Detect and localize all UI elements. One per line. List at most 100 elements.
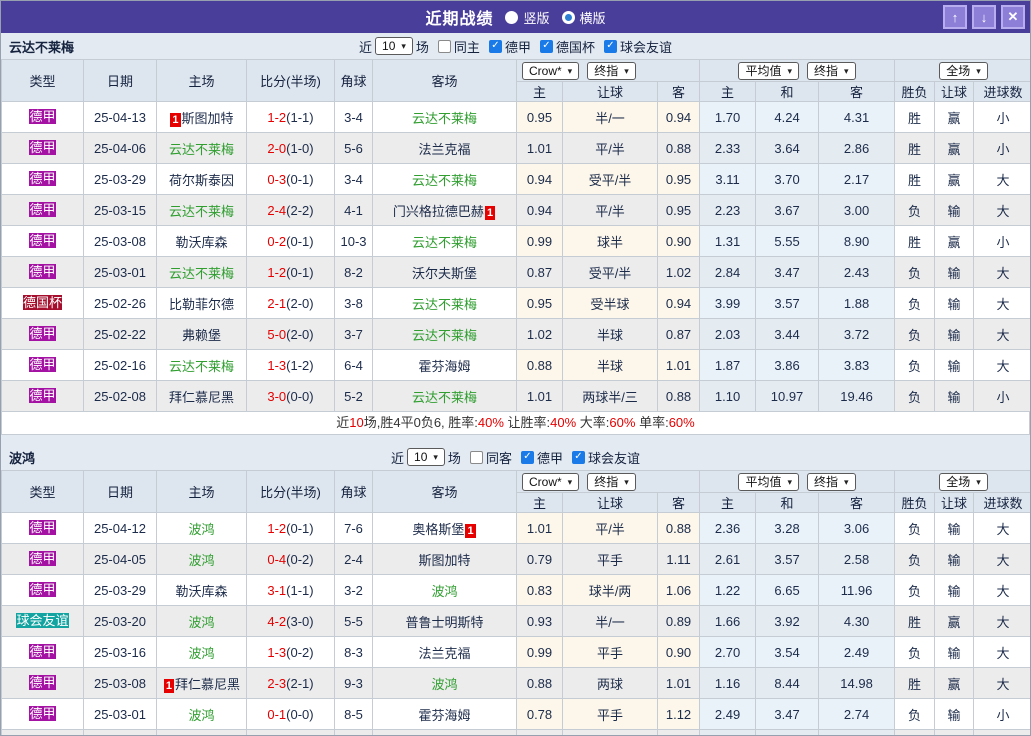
close-button[interactable]: ✕ (1001, 5, 1025, 29)
recent-unit-label: 场 (415, 39, 429, 55)
result-cell: 胜 (894, 225, 936, 257)
column-header: 主场 (156, 59, 247, 102)
league-checkbox-0[interactable]: ✓ (488, 39, 502, 53)
league-cell: 德甲 (1, 349, 84, 381)
handicap-cell: 半球 (562, 349, 658, 381)
match-row: 德甲 25-03-29 勒沃库森 3-1(1-1) 3-2 波鸿 0.83 球半/两 1.06 1… (1, 574, 1030, 606)
odds-home-cell: 0.79 (516, 543, 563, 575)
same-venue-checkbox[interactable] (437, 39, 451, 53)
league-type-badge: 德甲 (29, 202, 56, 217)
avg-source-select-value: 平均值 (745, 63, 782, 78)
radio-horizontal-icon[interactable] (561, 10, 575, 24)
mode-option-vertical[interactable]: 竖版 (505, 8, 550, 27)
result-cell: 负 (894, 543, 936, 575)
odds-away-cell: 1.12 (656, 698, 701, 730)
date-cell: 25-03-01 (83, 698, 157, 730)
team-label: 霍芬海姆 (418, 707, 471, 723)
odds-away-cell: 0.90 (656, 225, 701, 257)
score-cell: 1-2(1-1) (246, 101, 335, 133)
mode-horizontal-label: 横版 (579, 10, 606, 26)
move-down-button[interactable]: ↓ (972, 5, 996, 29)
radio-vertical-icon[interactable] (505, 10, 519, 24)
score-cell: 2-4(2-2) (246, 194, 335, 226)
rank-badge: 1 (465, 523, 476, 538)
fulltime-score: 4-2 (267, 613, 287, 629)
goals-result-cell: 大 (973, 512, 1030, 544)
fulltime-score: 1-3 (267, 644, 287, 660)
date-cell: 25-04-06 (83, 132, 157, 164)
avg-final-select[interactable]: 终指 ▾ (807, 61, 856, 80)
same-venue-checkbox[interactable] (469, 450, 483, 464)
handicap-cell: 半/一 (562, 101, 658, 133)
league-checkbox-1[interactable]: ✓ (539, 39, 553, 53)
move-up-button[interactable]: ↑ (943, 5, 967, 29)
avg-source-select[interactable]: 平均值 ▾ (738, 61, 800, 80)
team-label: 门兴格拉德巴赫 (392, 203, 484, 219)
goals-result-cell: 大 (973, 256, 1030, 288)
league-type-badge: 德甲 (29, 388, 56, 403)
league-checkbox-2[interactable]: ✓ (603, 39, 617, 53)
avg-draw-cell: 10.97 (755, 380, 820, 412)
odds-source-select-value: Crow* (529, 474, 562, 489)
date-cell: 25-04-05 (83, 543, 157, 575)
handicap-cell: 半/一 (562, 605, 658, 637)
avg-home-cell: 2.84 (699, 256, 757, 288)
home-team-cell: 弗赖堡 (156, 318, 247, 350)
odds-source-select[interactable]: Crow* ▾ (522, 472, 580, 491)
column-header: 角球 (334, 59, 373, 102)
fulltime-score: 0-2 (267, 233, 287, 249)
fullmatch-select[interactable]: 全场 ▾ (939, 472, 988, 491)
handicap-result-cell: 输 (934, 543, 975, 575)
chevron-down-icon: ▾ (787, 65, 793, 76)
avg-home-cell: 1.59 (699, 729, 757, 735)
league-checkbox-1[interactable]: ✓ (571, 450, 585, 464)
chevron-down-icon: ▾ (401, 41, 406, 51)
recent-count-select[interactable]: 10 ▾ (375, 37, 413, 55)
fullmatch-select[interactable]: 全场 ▾ (939, 61, 988, 80)
goals-result-cell: 大 (973, 318, 1030, 350)
team-section: 云达不莱梅近 10 ▾ 场同主 ✓ 德甲 ✓ 德国杯 ✓ 球会友谊 类型 日期 主场 比分(半场) 角球 客场… (1, 33, 1030, 435)
avg-draw-cell: 3.64 (755, 132, 820, 164)
matches-table: 类型 日期 主场 比分(半场) 角球 客场 Crow* ▾ 终指 ▾ 平均值 ▾ 终指 ▾ 全场 ▾ 主让球客主… (1, 470, 1030, 735)
odds-source-select[interactable]: Crow* ▾ (522, 61, 580, 80)
odds-group-selects: Crow* ▾ 终指 ▾ (517, 61, 699, 80)
odds-home-cell: 0.88 (516, 349, 563, 381)
score-cell: 0-3(0-1) (246, 163, 335, 195)
avg-away-cell: 5.17 (818, 729, 896, 735)
corners-cell: 10-3 (334, 225, 373, 257)
column-header: 日期 (83, 470, 157, 513)
matches-table: 类型 日期 主场 比分(半场) 角球 客场 Crow* ▾ 终指 ▾ 平均值 ▾ 终指 ▾ 全场 ▾ 主让球客主… (1, 59, 1030, 412)
avg-away-cell: 14.98 (818, 667, 896, 699)
match-row: 德甲 25-04-06 云达不莱梅 2-0(1-0) 5-6 法兰克福 1.01 平/半 0.8… (1, 132, 1030, 164)
league-cell: 球会友谊 (1, 605, 84, 637)
goals-result-cell: 大 (973, 349, 1030, 381)
home-team-cell: 波鸿 (156, 512, 247, 544)
halftime-score: (2-0) (286, 295, 314, 311)
mode-option-horizontal[interactable]: 横版 (561, 8, 606, 27)
date-cell: 25-02-08 (83, 380, 157, 412)
corners-cell: 6-4 (334, 349, 373, 381)
summary-segment: 场,胜4平0负6, 胜率: (363, 415, 478, 430)
home-team-cell: 波鸿 (156, 698, 247, 730)
team-name: 云达不莱梅 (9, 39, 75, 55)
column-header: 客场 (372, 59, 517, 102)
odds-final-select[interactable]: 终指 ▾ (587, 61, 636, 80)
recent-count-select[interactable]: 10 ▾ (407, 448, 445, 466)
avg-away-cell: 2.58 (818, 543, 896, 575)
league-cell: 德国杯 (1, 287, 84, 319)
handicap-result-cell: 输 (934, 380, 975, 412)
avg-home-cell: 2.23 (699, 194, 757, 226)
odds-final-select[interactable]: 终指 ▾ (587, 472, 636, 491)
league-checkbox-0[interactable]: ✓ (520, 450, 534, 464)
match-row: 德甲 25-02-16 云达不莱梅 1-3(1-2) 6-4 霍芬海姆 0.88 半球 1.01… (1, 349, 1030, 381)
handicap-cell: 平/半 (562, 132, 658, 164)
avg-final-select[interactable]: 终指 ▾ (807, 472, 856, 491)
match-row: 德甲 25-03-01 波鸿 0-1(0-0) 8-5 霍芬海姆 0.78 平手 1.12 2.4… (1, 698, 1030, 730)
fulltime-score: 3-0 (267, 388, 287, 404)
score-cell: 3-1(1-1) (246, 574, 335, 606)
league-cell: 德甲 (1, 574, 84, 606)
match-row: 德甲 25-04-12 波鸿 1-2(0-1) 7-6 奥格斯堡 1 1.01 平/半 0.88 2… (1, 512, 1030, 544)
fulltime-score: 1-2 (267, 109, 287, 125)
avg-source-select[interactable]: 平均值 ▾ (738, 472, 800, 491)
odds-away-cell: 0.81 (656, 729, 701, 735)
